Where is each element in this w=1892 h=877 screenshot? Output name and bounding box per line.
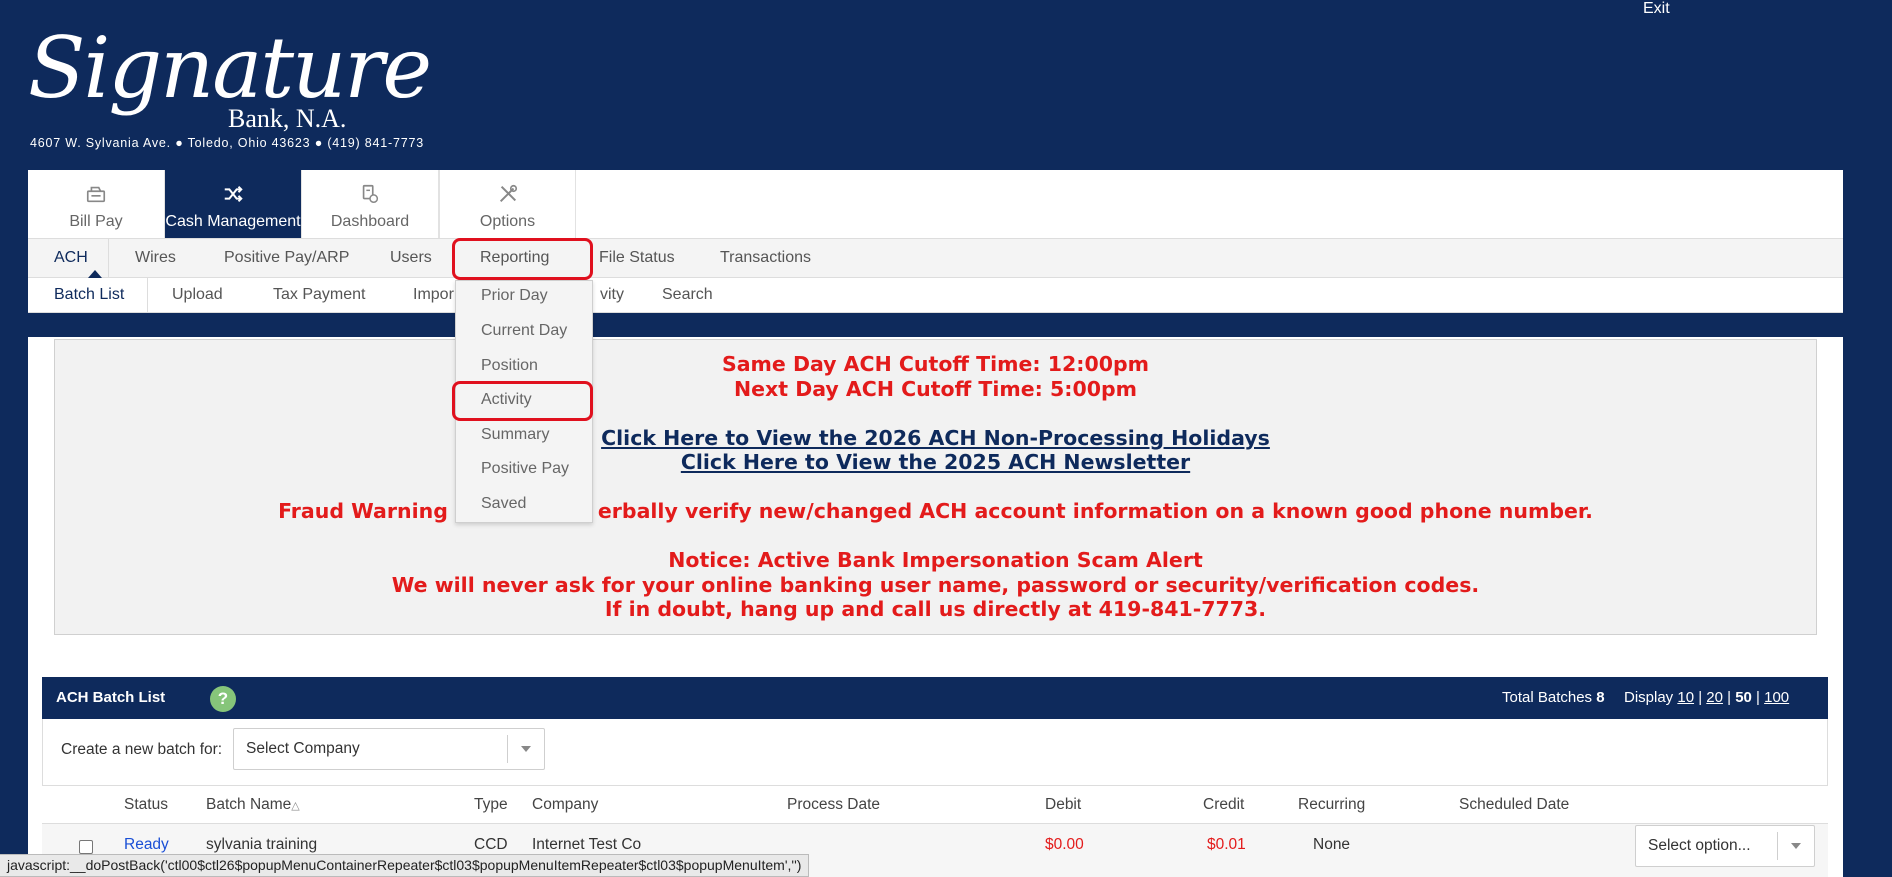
nav-wires[interactable]: Wires (135, 239, 176, 277)
sub-nav-primary: ACH Wires Positive Pay/ARP Users Reporti… (28, 238, 1843, 278)
menu-item-prior-day[interactable]: Prior Day (481, 287, 548, 305)
nav-upload[interactable]: Upload (172, 278, 223, 312)
nav-batch-list[interactable]: Batch List (54, 278, 124, 312)
batch-list-title: ACH Batch List (56, 689, 166, 706)
scam-alert-phone: If in doubt, hang up and call us directl… (604, 597, 1267, 621)
nav-file-status[interactable]: File Status (599, 239, 675, 277)
sub-nav-secondary: Batch List Upload Tax Payment Impor vity… (28, 278, 1843, 313)
bank-logo: Signature Bank, N.A. 4607 W. Sylvania Av… (28, 26, 468, 156)
nav-transactions[interactable]: Transactions (720, 239, 811, 277)
active-caret (88, 270, 102, 278)
menu-item-positive-pay[interactable]: Positive Pay (481, 460, 569, 478)
nav-users[interactable]: Users (390, 239, 432, 277)
logo-address: 4607 W. Sylvania Ave. ● Toledo, Ohio 436… (30, 136, 425, 150)
col-scheduled-date[interactable]: Scheduled Date (1459, 786, 1569, 824)
scam-alert-title: Notice: Active Bank Impersonation Scam A… (668, 548, 1203, 572)
shuffle-icon (224, 185, 243, 203)
scam-alert-text: We will never ask for your online bankin… (391, 572, 1480, 597)
row-action-select[interactable]: Select option... (1635, 825, 1815, 867)
menu-item-current-day[interactable]: Current Day (481, 322, 567, 340)
nav-tax-payment[interactable]: Tax Payment (273, 278, 365, 312)
create-batch-label: Create a new batch for: (61, 741, 223, 758)
nav-search[interactable]: Search (662, 278, 713, 312)
menu-item-saved[interactable]: Saved (481, 495, 526, 513)
tab-cash-management-label: Cash Management (165, 213, 301, 230)
bill-pay-icon (86, 186, 106, 203)
display-10[interactable]: 10 (1677, 689, 1694, 706)
row-credit: $0.01 (1207, 836, 1246, 853)
tab-bill-pay[interactable]: Bill Pay (28, 170, 165, 238)
chevron-down-icon (1791, 843, 1801, 849)
display-20[interactable]: 20 (1706, 689, 1723, 706)
company-select[interactable]: Select Company (233, 728, 545, 770)
batch-table-header: Status Batch Name△ Type Company Process … (42, 786, 1828, 824)
row-recurring: None (1313, 836, 1351, 853)
tab-bill-pay-label: Bill Pay (69, 213, 123, 230)
help-icon[interactable]: ? (210, 686, 236, 712)
main-panel: Bill Pay Cash Management Dashboard Optio… (28, 170, 1843, 877)
newsletter-link[interactable]: Click Here to View the 2025 ACH Newslett… (681, 450, 1190, 474)
col-status[interactable]: Status (124, 786, 168, 824)
reporting-dropdown-menu: Prior Day Current Day Position Activity … (455, 280, 593, 523)
display-50[interactable]: 50 (1735, 689, 1752, 706)
col-debit[interactable]: Debit (1045, 786, 1081, 824)
nav-import[interactable]: Impor (413, 278, 454, 312)
tab-dashboard-label: Dashboard (330, 213, 410, 230)
chevron-down-icon (521, 746, 531, 752)
nav-divider (108, 239, 109, 277)
next-day-cutoff: Next Day ACH Cutoff Time: 5:00pm (733, 376, 1138, 401)
tab-options-label: Options (479, 213, 536, 230)
create-batch-row: Create a new batch for: Select Company (42, 719, 1828, 786)
nav-positive-pay-arp[interactable]: Positive Pay/ARP (224, 239, 349, 277)
menu-item-position[interactable]: Position (481, 357, 538, 375)
navy-band (28, 313, 1843, 337)
col-credit[interactable]: Credit (1203, 786, 1244, 824)
menu-item-summary[interactable]: Summary (481, 426, 549, 444)
row-checkbox[interactable] (79, 840, 93, 854)
nav-divider (147, 278, 148, 312)
tools-icon (499, 184, 517, 203)
tab-cash-management[interactable]: Cash Management (165, 170, 302, 238)
tab-options[interactable]: Options (439, 170, 576, 238)
display-100[interactable]: 100 (1764, 689, 1789, 706)
fraud-warning: Fraud Warning erbally verify new/changed … (278, 499, 1593, 523)
col-batch-name[interactable]: Batch Name△ (206, 786, 300, 825)
col-type[interactable]: Type (474, 786, 508, 824)
display-options: Display 10 | 20 | 50 | 100 (1624, 689, 1790, 706)
exit-link[interactable]: Exit (1643, 0, 1670, 18)
col-recurring[interactable]: Recurring (1298, 786, 1365, 824)
same-day-cutoff: Same Day ACH Cutoff Time: 12:00pm (721, 352, 1150, 376)
nav-reporting[interactable]: Reporting (480, 239, 549, 277)
holidays-link[interactable]: Click Here to View the 2026 ACH Non-Proc… (601, 426, 1270, 450)
row-debit: $0.00 (1045, 836, 1084, 853)
total-batches: Total Batches 8 (1502, 689, 1605, 706)
nav-ach[interactable]: ACH (54, 239, 102, 278)
browser-status-bar: javascript:__doPostBack('ctl00$ctl26$pop… (0, 854, 810, 877)
batch-list-header: ACH Batch List ? Total Batches 8 Display… (42, 677, 1828, 719)
dashboard-icon (362, 184, 379, 203)
menu-item-activity[interactable]: Activity (481, 391, 532, 409)
top-tabs: Bill Pay Cash Management Dashboard Optio… (28, 170, 576, 238)
nav-activity[interactable]: vity (600, 278, 624, 312)
col-company[interactable]: Company (532, 786, 598, 824)
logo-script-text: Signature (28, 19, 432, 117)
logo-bank-text: Bank, N.A. (228, 104, 347, 133)
notice-box: Same Day ACH Cutoff Time: 12:00pm Next D… (54, 339, 1817, 635)
tab-dashboard[interactable]: Dashboard (302, 170, 439, 238)
col-process-date[interactable]: Process Date (787, 786, 880, 824)
sort-icon: △ (291, 800, 300, 812)
